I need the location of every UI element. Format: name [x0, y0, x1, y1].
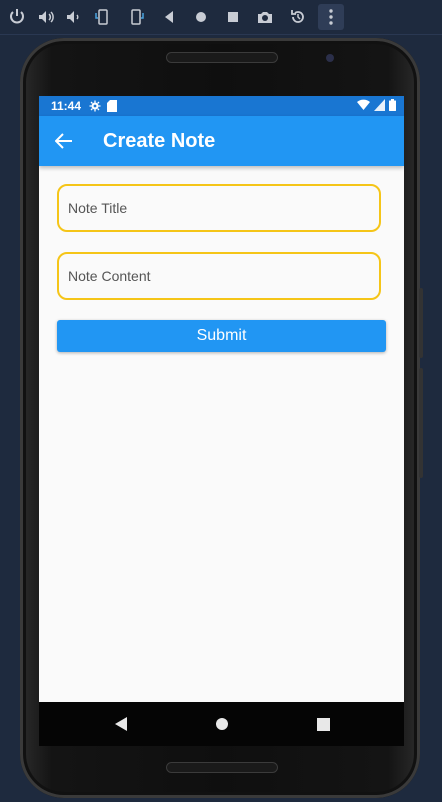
camera-icon[interactable]: [253, 5, 277, 29]
nav-back-icon[interactable]: [111, 714, 131, 734]
submit-button[interactable]: Submit: [57, 320, 386, 352]
nav-recents-icon[interactable]: [313, 714, 333, 734]
emulator-toolbar: [0, 0, 442, 35]
sd-card-icon: [107, 100, 118, 112]
overview-icon[interactable]: [221, 5, 245, 29]
top-speaker: [166, 52, 278, 63]
back-button[interactable]: [39, 116, 89, 166]
more-icon[interactable]: [318, 4, 344, 30]
rotate-left-icon[interactable]: [91, 5, 115, 29]
device-screen: 11:44 Create Note Note Title Note Conten…: [39, 96, 404, 702]
arrow-back-icon: [55, 133, 72, 149]
wifi-icon: [357, 99, 370, 114]
note-content-input[interactable]: [59, 267, 379, 285]
power-icon[interactable]: [5, 5, 29, 29]
note-content-field[interactable]: [57, 252, 381, 300]
status-time: 11:44: [51, 99, 82, 113]
front-camera: [326, 54, 334, 62]
status-bar: 11:44: [39, 96, 404, 116]
volume-down-icon[interactable]: [62, 5, 86, 29]
note-title-input[interactable]: [59, 199, 379, 217]
rotate-right-icon[interactable]: [124, 5, 148, 29]
home-icon[interactable]: [189, 5, 213, 29]
bottom-speaker: [166, 762, 278, 773]
note-title-field[interactable]: [57, 184, 381, 232]
nav-home-icon[interactable]: [212, 714, 232, 734]
page-title: Create Note: [103, 129, 216, 152]
note-form: Submit: [39, 166, 404, 352]
power-side-button[interactable]: [419, 288, 423, 358]
navigation-bar: [39, 702, 404, 746]
volume-up-icon[interactable]: [34, 5, 58, 29]
replay-icon[interactable]: [286, 5, 310, 29]
volume-side-button[interactable]: [419, 368, 423, 478]
app-bar: Create Note: [39, 116, 404, 166]
signal-icon: [374, 99, 385, 114]
settings-icon: [89, 100, 101, 112]
back-icon[interactable]: [157, 5, 181, 29]
battery-icon: [389, 99, 396, 114]
